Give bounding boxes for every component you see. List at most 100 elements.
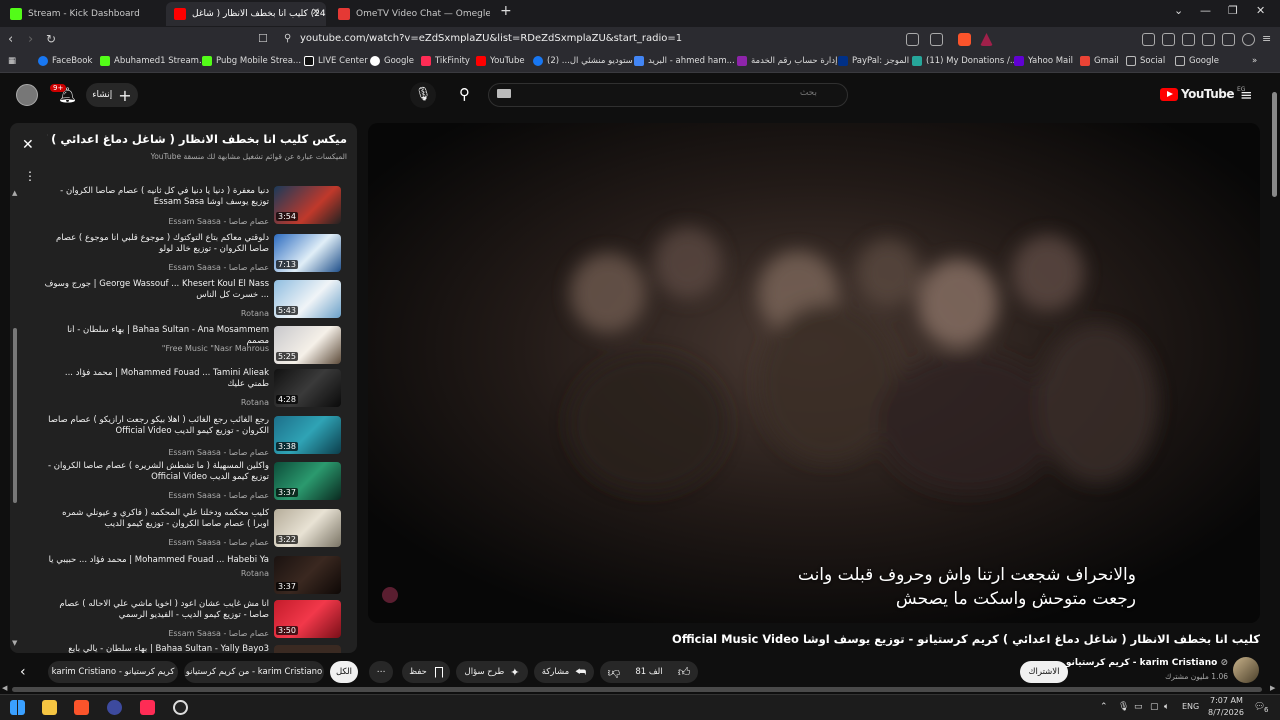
video-thumbnail[interactable]: 7:13 [274, 234, 341, 272]
wallet-icon[interactable] [1202, 33, 1215, 46]
channel-watermark[interactable] [382, 587, 398, 603]
bookmark-social[interactable]: Social [1126, 56, 1165, 66]
video-thumbnail[interactable]: 3:50 [274, 600, 341, 638]
subscribe-button[interactable]: الاشتراك [1020, 661, 1068, 683]
bookmark-studio[interactable]: ستوديو منشئي ال... (2) [533, 56, 633, 66]
apps-icon[interactable]: ▦ [8, 56, 16, 66]
bookmark-tikfinity[interactable]: TikFinity [421, 56, 470, 66]
site-info-icon[interactable]: ⚲ [284, 33, 291, 44]
list-item[interactable]: 4:28 Mohammed Fouad ... Tamini Alieak | … [10, 368, 357, 413]
video-thumbnail[interactable]: 3:37 [274, 556, 341, 594]
close-tab-icon[interactable]: ✕ [312, 7, 320, 18]
share-button[interactable]: مشاركة ⮪ [534, 661, 594, 683]
dislike-icon[interactable]: 👍︎ [608, 665, 621, 680]
bookmark-facebook[interactable]: FaceBook [38, 56, 92, 66]
list-item[interactable]: 3:37 واكلين المسهيلة ( ما تشطش الشريره )… [10, 461, 357, 506]
avatar[interactable] [16, 84, 38, 106]
extensions-icon[interactable] [1142, 33, 1155, 46]
video-thumbnail[interactable]: 5:25 [274, 326, 341, 364]
brave-shield-icon[interactable] [958, 33, 971, 46]
settings-app-icon[interactable] [107, 700, 122, 715]
list-item[interactable]: 5:25 Bahaa Sultan - Ana Mosammem | بهاء … [10, 325, 357, 370]
close-playlist-icon[interactable]: ✕ [22, 137, 34, 153]
more-bookmarks-icon[interactable]: » [1252, 56, 1257, 66]
bookmark-service[interactable]: إدارة حساب رقم الخدمة [737, 56, 837, 66]
url-field[interactable]: youtube.com/watch?v=eZdSxmplaZU&list=RDe… [300, 33, 682, 44]
forward-icon[interactable]: › [28, 32, 33, 47]
leo-icon[interactable] [1222, 33, 1235, 46]
maximize-icon[interactable]: ❐ [1228, 4, 1238, 17]
reload-icon[interactable]: ↻ [46, 32, 56, 46]
display-tray-icon[interactable]: ▢ [1150, 702, 1159, 712]
guide-menu-icon[interactable]: ≡ [1240, 86, 1253, 104]
volume-tray-icon[interactable]: 🔈︎ [1164, 702, 1169, 712]
list-item[interactable]: Bahaa Sultan - Yally Bayo3 | بهاء سلطان … [10, 644, 357, 653]
bookmark-mail[interactable]: البريد - ahmed ham... [634, 56, 735, 66]
brave-rewards-icon[interactable] [980, 33, 993, 46]
bookmark-donations[interactable]: (11) My Donations /... [912, 56, 1018, 66]
scroll-right-icon[interactable]: ▶ [1270, 684, 1275, 692]
list-item[interactable]: 3:54 دنيا معفرة ( دنيا يا دنيا في كل ثان… [10, 186, 357, 235]
voice-search-button[interactable]: 🎙︎ [410, 82, 436, 108]
translate-icon[interactable] [906, 33, 919, 46]
video-player[interactable]: والانحراف شجعت ارتنا واش وحروف قبلت وانت… [368, 123, 1260, 623]
list-item[interactable]: 3:50 انا مش غايب عشان اعود ( اخويا ماشي … [10, 599, 357, 644]
cast-icon[interactable] [930, 33, 943, 46]
video-thumbnail[interactable]: 3:38 [274, 416, 341, 454]
save-button[interactable]: حفظ [402, 661, 450, 683]
chip-from-channel[interactable]: من كريم كرستيانو - karim Cristiano [184, 661, 324, 683]
menu-icon[interactable]: ≡ [1262, 32, 1271, 45]
page-scrollbar[interactable] [1272, 92, 1277, 197]
minimize-icon[interactable]: — [1200, 4, 1211, 17]
obs-icon[interactable] [173, 700, 188, 715]
list-item[interactable]: 7:13 دلوقتي معاكم بتاع التوكتوك ( موجوع … [10, 233, 357, 278]
back-icon[interactable]: ‹ [8, 32, 13, 47]
tab-youtube[interactable]: (24) كليب انا بخطف الانظار ( شاغل ✕ [166, 2, 326, 26]
file-explorer-icon[interactable] [42, 700, 57, 715]
tab-ometv[interactable]: OmeTV Video Chat — Omegle Rand [330, 2, 490, 26]
language-indicator[interactable]: ENG [1182, 702, 1199, 711]
video-thumbnail[interactable] [274, 645, 341, 653]
search-icon[interactable]: ⚲ [459, 85, 470, 103]
video-thumbnail[interactable]: 3:54 [274, 186, 341, 224]
windows-start-icon[interactable] [10, 700, 25, 715]
channel-avatar[interactable] [1233, 657, 1259, 683]
video-thumbnail[interactable]: 3:22 [274, 509, 341, 547]
video-thumbnail[interactable]: 5:43 [274, 280, 341, 318]
list-item[interactable]: 5:43 George Wassouf ... Khesert Koul El … [10, 279, 357, 324]
chip-all[interactable]: الكل [330, 661, 358, 683]
bookmark-paypal[interactable]: PayPal: الموجز [838, 56, 909, 66]
tray-chevron-icon[interactable]: ⌃ [1100, 702, 1108, 712]
tiktok-app-icon[interactable] [140, 700, 155, 715]
youtube-logo[interactable]: YouTube EG [1160, 86, 1245, 101]
video-thumbnail[interactable]: 3:37 [274, 462, 341, 500]
bookmark-pubg[interactable]: Pubg Mobile Strea... [202, 56, 301, 66]
list-item[interactable]: 3:37 Mohammed Fouad ... Habebi Ya | محمد… [10, 555, 357, 600]
keyboard-icon[interactable] [497, 89, 511, 98]
playlist-title[interactable]: ميكس كليب انا بخطف الانظار ( شاغل دماغ ا… [47, 132, 347, 146]
bookmark-yahoo[interactable]: Yahoo Mail [1014, 56, 1073, 66]
like-icon[interactable]: 👍︎ [678, 665, 691, 680]
vpn-icon[interactable] [1242, 33, 1255, 46]
clock-time[interactable]: 7:07 AM [1210, 696, 1243, 705]
clock-date[interactable]: 8/7/2026 [1208, 708, 1244, 717]
chip-channel[interactable]: karim Cristiano - كريم كرستيانو [48, 661, 178, 683]
network-tray-icon[interactable]: ▭ [1134, 702, 1143, 712]
brave-icon[interactable] [74, 700, 89, 715]
create-button[interactable]: إنشاء + [86, 83, 138, 107]
channel-name[interactable]: كريم كرستيانو - karim Cristiano ⊘ [1066, 658, 1228, 668]
mic-tray-icon[interactable]: 🎙︎ [1118, 702, 1129, 712]
list-item[interactable]: 3:38 رجع الغائب رجع الغائب ( اهلا بيكو ر… [10, 415, 357, 460]
bookmark-gmail[interactable]: Gmail [1080, 56, 1119, 66]
chips-prev-icon[interactable]: ‹ [20, 664, 26, 680]
more-actions-button[interactable]: ⋯ [369, 661, 393, 683]
bookmark-google[interactable]: Google [370, 56, 414, 66]
sidebar-icon[interactable] [1182, 33, 1195, 46]
new-tab-icon[interactable]: + [500, 3, 512, 19]
search-input[interactable] [517, 88, 817, 98]
horizontal-scrollbar[interactable] [12, 687, 1262, 692]
music-icon[interactable] [1162, 33, 1175, 46]
bookmark-live-center[interactable]: LIVE Center [304, 56, 368, 66]
video-thumbnail[interactable]: 4:28 [274, 369, 341, 407]
bookmark-google-folder[interactable]: Google [1175, 56, 1219, 66]
